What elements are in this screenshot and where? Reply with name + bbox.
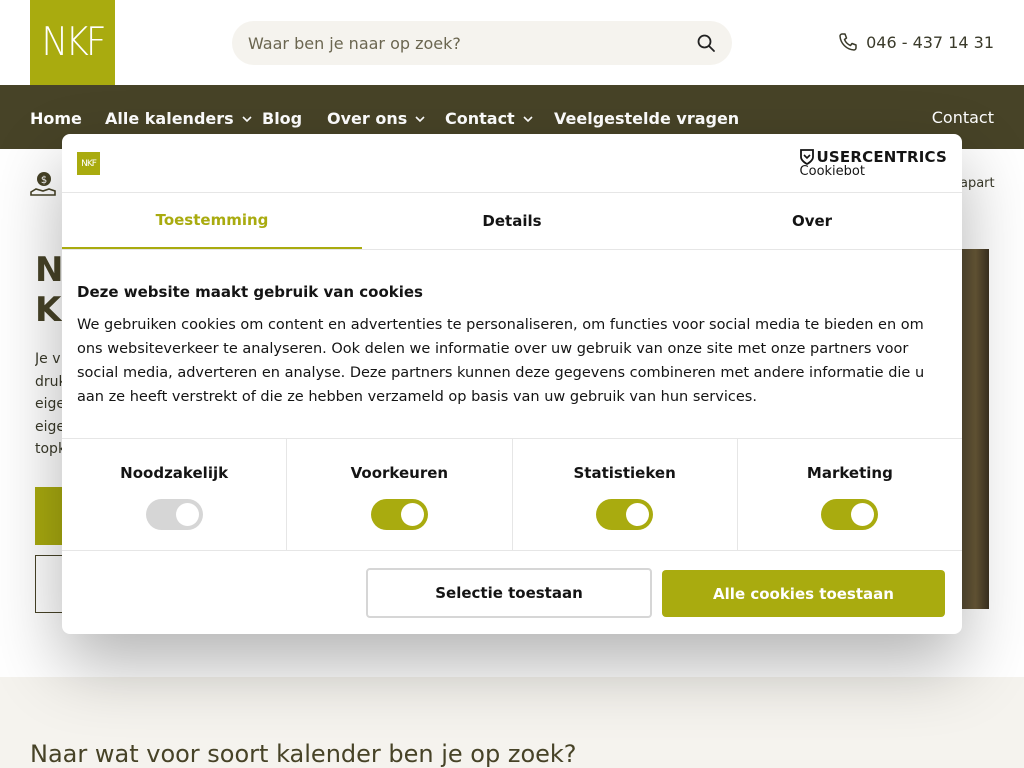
category-marketing: Marketing	[738, 439, 962, 550]
toggle-marketing[interactable]	[821, 499, 879, 530]
cookie-consent-dialog: NKF USERCENTRICS Cookiebot Toestemming D…	[62, 134, 962, 634]
phone-icon	[839, 33, 857, 51]
cookie-categories: Noodzakelijk Voorkeuren Statistieken Mar…	[62, 438, 962, 551]
section-title: Naar wat voor soort kalender ben je op z…	[30, 740, 577, 768]
toggle-statistieken[interactable]	[596, 499, 654, 530]
brand-sub: Cookiebot	[799, 164, 865, 179]
dialog-site-logo: NKF	[77, 152, 100, 175]
allow-selection-button[interactable]: Selectie toestaan	[366, 568, 652, 618]
category-voorkeuren: Voorkeuren	[287, 439, 513, 550]
tab-over[interactable]: Over	[662, 193, 962, 249]
toggle-voorkeuren[interactable]	[370, 499, 428, 530]
dialog-body: Deze website maakt gebruik van cookies W…	[62, 250, 962, 438]
category-label: Marketing	[806, 464, 893, 482]
chevron-down-icon	[242, 115, 252, 122]
category-label: Voorkeuren	[350, 464, 449, 482]
allow-all-button[interactable]: Alle cookies toestaan	[662, 570, 945, 617]
dialog-description: We gebruiken cookies om content en adver…	[77, 317, 925, 405]
money-hand-icon: $	[30, 172, 56, 196]
nav-item-contact[interactable]: Contact	[445, 109, 533, 128]
tab-toestemming[interactable]: Toestemming	[62, 193, 362, 249]
svg-text:$: $	[41, 175, 47, 186]
nav-label: Veelgestelde vragen	[554, 109, 740, 128]
category-label: Statistieken	[573, 464, 676, 482]
nav-label: Over ons	[327, 109, 408, 128]
nav-label: Alle kalenders	[105, 109, 234, 128]
nav-item-over-ons[interactable]: Over ons	[327, 109, 425, 128]
usp-text: apart	[960, 176, 995, 191]
toggle-noodzakelijk	[145, 499, 203, 530]
nav-label: Blog	[262, 109, 303, 128]
category-label: Noodzakelijk	[120, 464, 229, 482]
nav-contact-link[interactable]: Contact	[932, 108, 994, 127]
phone-number: 046 - 437 14 31	[866, 32, 994, 52]
tab-details[interactable]: Details	[362, 193, 662, 249]
search-input[interactable]: Waar ben je naar op zoek?	[248, 34, 696, 53]
category-noodzakelijk: Noodzakelijk	[62, 439, 288, 550]
logo-text: NKF	[41, 19, 106, 66]
cookiebot-brand[interactable]: USERCENTRICS Cookiebot	[800, 148, 947, 179]
chevron-down-icon	[523, 115, 533, 122]
nav-item-faq[interactable]: Veelgestelde vragen	[554, 109, 739, 128]
search-bar[interactable]: Waar ben je naar op zoek?	[232, 21, 732, 65]
search-icon[interactable]	[696, 33, 716, 53]
site-logo[interactable]: NKF	[30, 0, 115, 85]
nav-label: Contact	[445, 109, 515, 128]
nav-item-blog[interactable]: Blog	[262, 109, 302, 128]
nav-item-home[interactable]: Home	[30, 109, 82, 128]
nav-item-alle-kalenders[interactable]: Alle kalenders	[105, 109, 252, 128]
dialog-header: NKF USERCENTRICS Cookiebot	[62, 134, 962, 193]
dialog-heading: Deze website maakt gebruik van cookies	[77, 283, 423, 301]
category-statistieken: Statistieken	[513, 439, 738, 550]
nav-label: Home	[30, 109, 82, 128]
site-header: NKF Waar ben je naar op zoek? 046 - 437 …	[0, 0, 1024, 85]
phone-link[interactable]: 046 - 437 14 31	[838, 32, 994, 52]
chevron-down-icon	[415, 115, 425, 122]
dialog-actions: Selectie toestaan Alle cookies toestaan	[62, 551, 962, 633]
dialog-tabs: Toestemming Details Over	[62, 193, 962, 250]
shield-icon	[799, 149, 814, 165]
